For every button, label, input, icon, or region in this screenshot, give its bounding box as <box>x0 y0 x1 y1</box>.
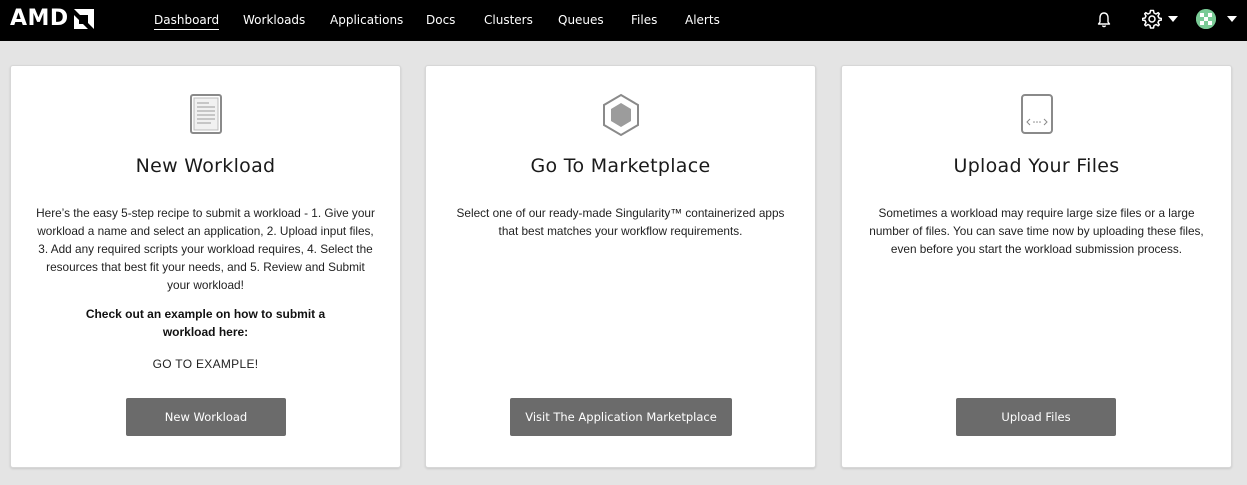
gear-icon[interactable] <box>1142 9 1162 29</box>
card-title: Go To Marketplace <box>530 155 711 177</box>
avatar[interactable] <box>1196 9 1216 29</box>
bell-icon[interactable] <box>1096 11 1112 29</box>
new-workload-card: New Workload Here’s the easy 5-step reci… <box>10 65 401 468</box>
marketplace-card: Go To Marketplace Select one of our read… <box>425 65 816 468</box>
card-title: New Workload <box>135 155 276 177</box>
code-file-icon <box>1020 94 1053 134</box>
nav-dashboard[interactable]: Dashboard <box>154 12 220 30</box>
visit-marketplace-button[interactable]: Visit The Application Marketplace <box>510 398 732 436</box>
top-navigation-bar: AMD Dashboard Workloads Applications Doc… <box>0 0 1247 41</box>
nav-workloads[interactable]: Workloads <box>243 12 305 28</box>
nav-applications[interactable]: Applications <box>330 12 403 28</box>
card-title: Upload Your Files <box>953 155 1120 177</box>
nav-alerts[interactable]: Alerts <box>685 12 720 28</box>
nav-queues[interactable]: Queues <box>558 12 604 28</box>
nav-clusters[interactable]: Clusters <box>484 12 533 28</box>
avatar-pattern-icon <box>1196 9 1216 29</box>
nav-docs[interactable]: Docs <box>426 12 455 28</box>
upload-files-button[interactable]: Upload Files <box>956 398 1116 436</box>
card-description: Sometimes a workload may require large s… <box>869 206 1204 256</box>
document-icon <box>189 94 222 134</box>
example-prompt: Check out an example on how to submit a … <box>85 307 326 339</box>
nav-files[interactable]: Files <box>631 12 657 28</box>
card-description: Select one of our ready-made Singularity… <box>456 206 785 238</box>
new-workload-button[interactable]: New Workload <box>126 398 286 436</box>
go-to-example-link[interactable]: GO TO EXAMPLE! <box>11 355 400 373</box>
brand-name: AMD <box>10 6 69 31</box>
card-description: Here’s the easy 5-step recipe to submit … <box>36 206 375 292</box>
hexagon-icon <box>602 93 639 137</box>
upload-files-card: Upload Your Files Sometimes a workload m… <box>841 65 1232 468</box>
amd-logo[interactable]: AMD <box>10 7 96 31</box>
settings-chevron-down-icon[interactable] <box>1168 16 1178 22</box>
amd-arrow-icon <box>73 9 94 29</box>
user-chevron-down-icon[interactable] <box>1227 16 1237 22</box>
